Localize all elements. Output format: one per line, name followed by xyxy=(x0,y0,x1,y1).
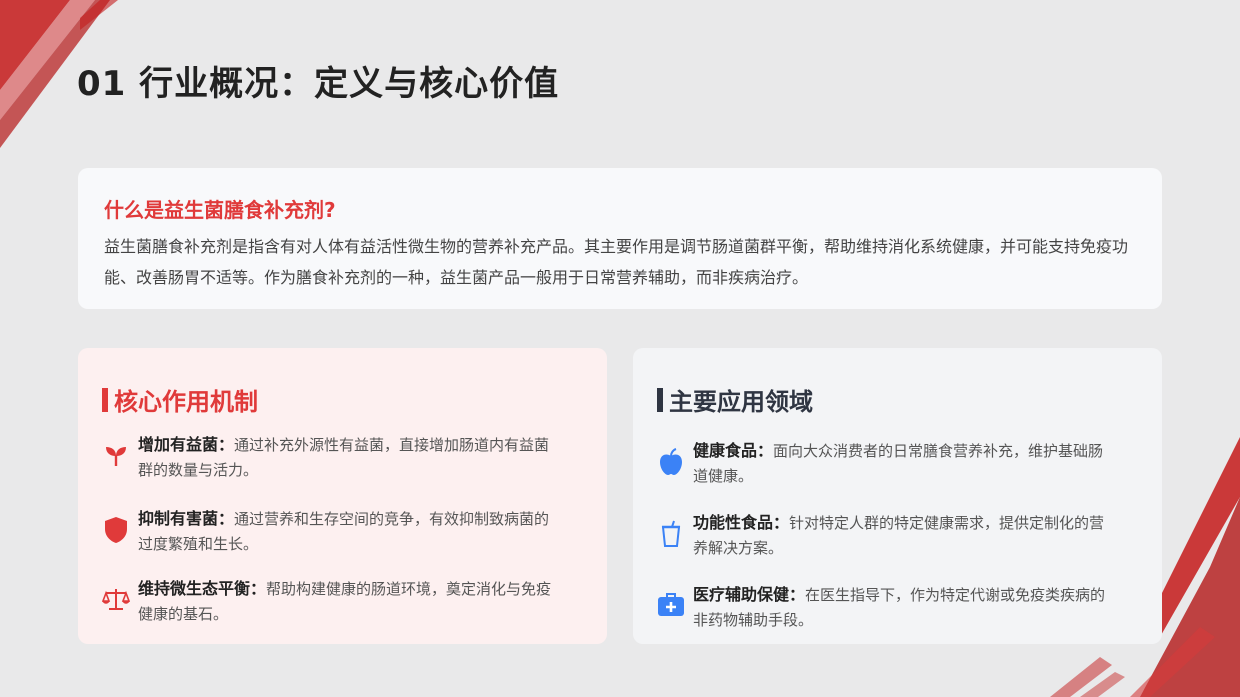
item-label: 维持微生态平衡： xyxy=(138,579,267,598)
sprout-icon xyxy=(94,432,138,483)
application-item: 医疗辅助保健：在医生指导下，作为特定代谢或免疫类疾病的非药物辅助手段。 xyxy=(649,582,1118,633)
mechanism-card: 核心作用机制 增加有益菌：通过补充外源性有益菌，直接增加肠道内有益菌群的数量与活… xyxy=(78,348,607,644)
balance-scale-icon xyxy=(94,576,138,627)
application-item: 健康食品：面向大众消费者的日常膳食营养补充，维护基础肠道健康。 xyxy=(649,438,1118,489)
item-label: 医疗辅助保健： xyxy=(693,585,806,604)
cup-icon xyxy=(649,510,693,561)
definition-text: 益生菌膳食补充剂是指含有对人体有益活性微生物的营养补充产品。其主要作用是调节肠道… xyxy=(104,237,1129,287)
applications-card: 主要应用领域 健康食品：面向大众消费者的日常膳食营养补充，维护基础肠道健康。 功… xyxy=(633,348,1162,644)
applications-title-text: 主要应用领域 xyxy=(669,388,813,416)
apple-icon xyxy=(649,438,693,489)
mechanism-title-text: 核心作用机制 xyxy=(114,388,258,416)
mechanism-item: 抑制有害菌：通过营养和生存空间的竞争，有效抑制致病菌的过度繁殖和生长。 xyxy=(94,506,563,557)
medical-kit-icon xyxy=(649,582,693,633)
item-label: 健康食品： xyxy=(693,441,774,460)
definition-question: 什么是益生菌膳食补充剂? xyxy=(104,198,336,222)
definition-card: 什么是益生菌膳食补充剂? 益生菌膳食补充剂是指含有对人体有益活性微生物的营养补充… xyxy=(78,168,1162,309)
title-bar xyxy=(657,387,663,412)
applications-title: 主要应用领域 xyxy=(657,382,813,417)
mechanism-title: 核心作用机制 xyxy=(102,382,258,417)
application-item: 功能性食品：针对特定人群的特定健康需求，提供定制化的营养解决方案。 xyxy=(649,510,1118,561)
item-label: 功能性食品： xyxy=(693,513,790,532)
shield-icon xyxy=(94,506,138,557)
item-label: 增加有益菌： xyxy=(138,435,235,454)
title-bar xyxy=(102,387,108,412)
mechanism-item: 增加有益菌：通过补充外源性有益菌，直接增加肠道内有益菌群的数量与活力。 xyxy=(94,432,563,483)
page-title: 01 行业概况：定义与核心价值 xyxy=(77,64,560,104)
item-label: 抑制有害菌： xyxy=(138,509,235,528)
mechanism-item: 维持微生态平衡：帮助构建健康的肠道环境，奠定消化与免疫健康的基石。 xyxy=(94,576,563,627)
